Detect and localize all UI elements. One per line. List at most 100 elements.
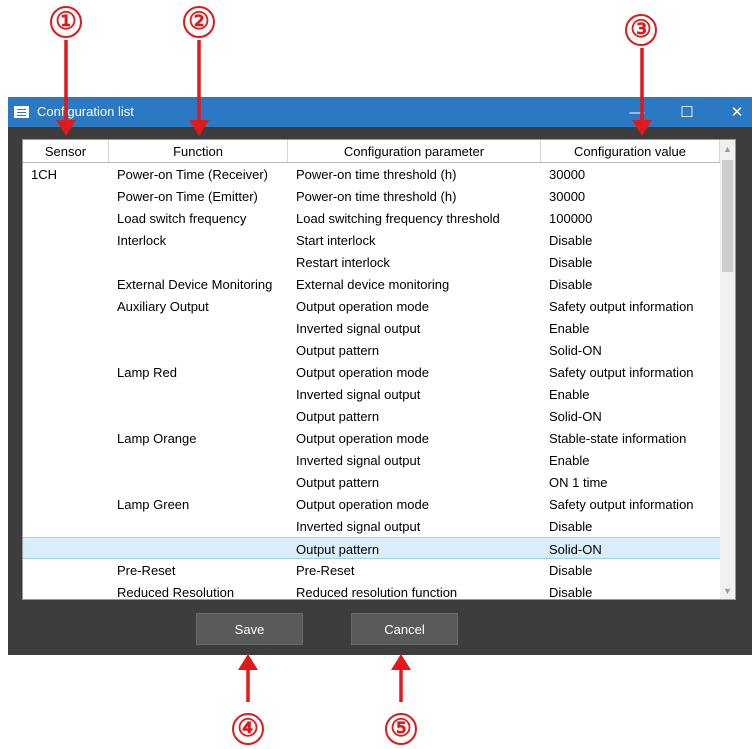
arrowhead-5 — [391, 654, 411, 670]
cell-parameter: External device monitoring — [296, 276, 450, 292]
cell-sensor — [23, 317, 109, 339]
cell-parameter: Output operation mode — [296, 298, 429, 314]
table-row[interactable]: Inverted signal output Disable — [23, 515, 720, 537]
table-header: Sensor Function Configuration parameter … — [23, 140, 720, 163]
arrowhead-4 — [238, 654, 258, 670]
scroll-up-icon[interactable]: ▲ — [720, 140, 735, 157]
cell-value: Disable — [549, 276, 593, 292]
cell-parameter: Output operation mode — [296, 364, 429, 380]
cell-value: Solid-ON — [549, 342, 602, 358]
minimize-button[interactable]: — — [614, 97, 660, 127]
table-row[interactable]: Output pattern Solid-ON — [23, 405, 720, 427]
table-row[interactable]: Pre-Reset Pre-Reset Disable — [23, 559, 720, 581]
cell-parameter: Power-on time threshold (h) — [296, 188, 457, 204]
table-row[interactable]: Reduced Resolution Reduced resolution fun… — [23, 581, 720, 600]
table-row[interactable]: Interlock Start interlock Disable — [23, 229, 720, 251]
callout-4: ④ — [232, 713, 264, 745]
callout-2: ② — [183, 6, 215, 38]
table-row[interactable]: Inverted signal output Enable — [23, 449, 720, 471]
cell-function: Lamp Red — [117, 364, 177, 380]
table-row[interactable]: Lamp Orange Output operation mode Stable-s… — [23, 427, 720, 449]
cell-value: Enable — [549, 386, 590, 402]
cell-parameter: Output pattern — [296, 541, 380, 557]
cell-sensor — [23, 449, 109, 471]
column-header-value[interactable]: Configuration value — [541, 140, 720, 162]
cell-sensor — [23, 229, 109, 251]
save-button[interactable]: Save — [196, 613, 303, 645]
cell-function: Reduced Resolution — [117, 584, 235, 600]
cell-value: Solid-ON — [549, 541, 602, 557]
cell-function: External Device Monitoring — [117, 276, 273, 292]
vertical-scrollbar[interactable]: ▲ ▼ — [720, 140, 735, 599]
cell-function — [109, 339, 288, 361]
table-row[interactable]: Output pattern ON 1 time — [23, 471, 720, 493]
cell-sensor — [23, 405, 109, 427]
cell-function — [109, 405, 288, 427]
cell-function: Lamp Orange — [117, 430, 197, 446]
cell-sensor — [23, 273, 109, 295]
maximize-button[interactable]: ☐ — [664, 97, 710, 127]
cell-parameter: Output pattern — [296, 408, 380, 424]
cell-value: Safety output information — [549, 364, 694, 380]
cell-sensor — [23, 515, 109, 537]
table-row[interactable]: Restart interlock Disable — [23, 251, 720, 273]
cell-sensor — [23, 295, 109, 317]
cell-parameter: Output operation mode — [296, 496, 429, 512]
table-row[interactable]: Auxiliary Output Output operation mode Saf… — [23, 295, 720, 317]
cell-value: ON 1 time — [549, 474, 608, 490]
cell-value: Disable — [549, 518, 593, 534]
table-body: 1CH Power-on Time (Receiver) Power-on time… — [23, 163, 720, 600]
cell-sensor — [23, 361, 109, 383]
cell-parameter: Reduced resolution function — [296, 584, 458, 600]
cell-value: 30000 — [549, 166, 586, 182]
cell-parameter: Output pattern — [296, 342, 380, 358]
cell-function — [109, 538, 288, 560]
cell-sensor — [23, 493, 109, 515]
close-button[interactable]: ✕ — [714, 97, 752, 127]
cell-function: Power-on Time (Emitter) — [117, 188, 258, 204]
table-row[interactable]: Output pattern Solid-ON — [23, 537, 720, 559]
cell-function — [109, 383, 288, 405]
cell-function — [109, 251, 288, 273]
table-row[interactable]: Inverted signal output Enable — [23, 317, 720, 339]
cell-function — [109, 515, 288, 537]
column-header-function[interactable]: Function — [109, 140, 288, 162]
callout-5: ⑤ — [385, 713, 417, 745]
cell-parameter: Inverted signal output — [296, 518, 421, 534]
cell-function — [109, 449, 288, 471]
cell-value: 30000 — [549, 188, 586, 204]
cell-parameter: Inverted signal output — [296, 320, 421, 336]
callout-1: ① — [50, 6, 82, 38]
table-row[interactable]: 1CH Power-on Time (Receiver) Power-on time… — [23, 163, 720, 185]
cell-parameter: Restart interlock — [296, 254, 390, 270]
cell-sensor — [23, 383, 109, 405]
cell-function: Pre-Reset — [117, 562, 176, 578]
scroll-down-icon[interactable]: ▼ — [720, 582, 735, 599]
table-row[interactable]: Inverted signal output Enable — [23, 383, 720, 405]
table-row[interactable]: Power-on Time (Emitter) Power-on time thr… — [23, 185, 720, 207]
cell-value: Safety output information — [549, 298, 694, 314]
cell-sensor: 1CH — [31, 166, 58, 182]
cell-parameter: Load switching frequency threshold — [296, 210, 500, 226]
cell-sensor — [23, 207, 109, 229]
table-row[interactable]: Lamp Red Output operation mode Safety outp… — [23, 361, 720, 383]
cell-value: Solid-ON — [549, 408, 602, 424]
table-row[interactable]: External Device Monitoring External devic… — [23, 273, 720, 295]
column-header-sensor[interactable]: Sensor — [23, 140, 109, 162]
table-row[interactable]: Output pattern Solid-ON — [23, 339, 720, 361]
cell-value: Stable-state information — [549, 430, 687, 446]
cell-function: Lamp Green — [117, 496, 190, 512]
cell-sensor — [23, 538, 109, 560]
table-row[interactable]: Lamp Green Output operation mode Safety ou… — [23, 493, 720, 515]
cancel-button[interactable]: Cancel — [351, 613, 458, 645]
cell-function: Power-on Time (Receiver) — [117, 166, 268, 182]
window-titlebar[interactable]: Configuration list — ☐ ✕ — [8, 97, 752, 127]
cell-parameter: Pre-Reset — [296, 562, 355, 578]
cell-sensor — [23, 251, 109, 273]
cell-sensor — [23, 559, 109, 581]
table-row[interactable]: Load switch frequency Load switching freq… — [23, 207, 720, 229]
scrollbar-thumb[interactable] — [722, 160, 733, 272]
cell-value: Enable — [549, 320, 590, 336]
configuration-list-window: Configuration list — ☐ ✕ Sensor Function… — [8, 97, 752, 655]
column-header-parameter[interactable]: Configuration parameter — [288, 140, 541, 162]
